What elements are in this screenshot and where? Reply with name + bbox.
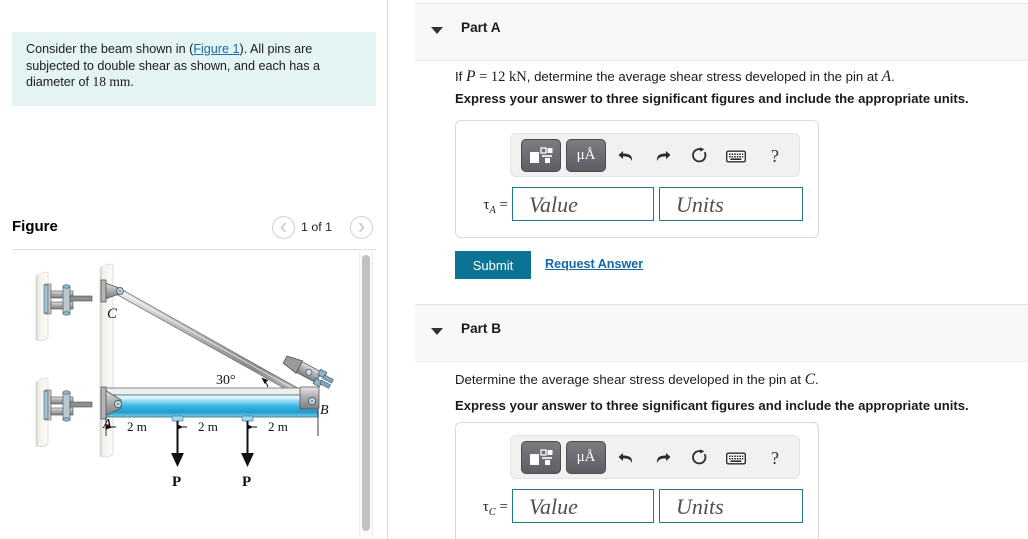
math-template-icon[interactable]: [521, 139, 561, 172]
part-b-toolbar: μÅ ?: [510, 435, 800, 479]
request-answer-link[interactable]: Request Answer: [545, 257, 643, 271]
part-a-label: Part A: [461, 20, 501, 35]
part-a-units-input[interactable]: Units: [659, 187, 803, 221]
label-pin-b: B: [320, 403, 329, 418]
figure-1-link[interactable]: Figure 1: [193, 42, 239, 56]
figure-next-button[interactable]: [350, 216, 373, 239]
part-b-answer-box: μÅ ? τC = Value Units: [455, 422, 819, 539]
pin-detail-lower: [35, 377, 93, 447]
keyboard-glyph: [726, 150, 746, 162]
part-a-question: If P = 12 kN, determine the average shea…: [455, 68, 895, 86]
keyboard-glyph: [726, 452, 746, 464]
load-label-1: P: [172, 474, 181, 490]
load-arrow-1: P: [171, 415, 184, 490]
figure-counter: 1 of 1: [301, 220, 333, 234]
qa-eq: =: [475, 69, 491, 85]
redo-arrow-icon[interactable]: [651, 144, 675, 168]
right-answer-panel: Part A If P = 12 kN, determine the avera…: [389, 0, 1028, 539]
part-a-answer-box: μÅ ? τA = Value Units: [455, 120, 819, 238]
units-mu-angstrom-icon[interactable]: μÅ: [566, 139, 606, 172]
submit-button[interactable]: Submit: [455, 251, 531, 279]
figure-header: Figure 1 of 1: [0, 206, 387, 250]
label-angle-30: 30°: [216, 373, 236, 388]
dim-label-1: 2 m: [127, 419, 147, 434]
keyboard-icon[interactable]: [724, 144, 748, 168]
beam-diagram-svg: C A B 30° 2 m 2 m 2 m P P: [35, 263, 334, 490]
units-label: μÅ: [576, 449, 596, 465]
beam-diagram: C A B 30° 2 m 2 m 2 m P P: [0, 250, 360, 539]
qa-pin: A: [881, 68, 892, 85]
math-template-glyph: [530, 146, 553, 163]
dim-label-3: 2 m: [268, 419, 288, 434]
chevron-right-icon: [358, 222, 365, 233]
units-mu-angstrom-icon[interactable]: μÅ: [566, 441, 606, 474]
load-arrow-2: P: [241, 415, 254, 490]
problem-statement-box: Consider the beam shown in (Figure 1). A…: [12, 32, 376, 106]
qa-value: 12 kN: [490, 69, 527, 85]
undo-glyph: [618, 151, 633, 161]
qb-pre: Determine the average shear stress devel…: [455, 372, 805, 387]
reset-circular-arrow-icon[interactable]: [688, 144, 712, 168]
prompt-period: .: [130, 75, 134, 89]
prompt-diameter: 18 mm: [92, 74, 131, 89]
math-template-icon[interactable]: [521, 441, 561, 474]
figure-scrollbar-thumb[interactable]: [362, 255, 370, 531]
caret-down-icon[interactable]: [431, 27, 443, 34]
prompt-before-link: Consider the beam shown in (: [26, 42, 194, 56]
qb-pin: C: [804, 371, 816, 388]
label-pin-c: C: [107, 306, 118, 322]
help-button[interactable]: ?: [763, 144, 787, 168]
part-a-value-input[interactable]: Value: [512, 187, 654, 221]
page-root: Consider the beam shown in (Figure 1). A…: [0, 0, 1028, 539]
load-label-2: P: [242, 474, 251, 490]
redo-glyph: [656, 151, 671, 161]
part-a-tau-label: τA =: [483, 197, 508, 216]
chevron-left-icon: [280, 222, 287, 233]
keyboard-icon[interactable]: [724, 446, 748, 470]
dim-label-2: 2 m: [198, 419, 218, 434]
part-a-toolbar: μÅ ?: [510, 133, 800, 177]
qa-mid: , determine the average shear stress dev…: [526, 69, 882, 84]
part-a-header[interactable]: Part A: [415, 3, 1028, 61]
part-a-instruction: Express your answer to three significant…: [455, 91, 969, 106]
redo-arrow-icon[interactable]: [651, 446, 675, 470]
problem-statement-text: Consider the beam shown in (Figure 1). A…: [26, 41, 362, 91]
part-b-tau-label: τC =: [482, 499, 508, 518]
part-b-header[interactable]: Part B: [415, 304, 1028, 362]
figure-image-area[interactable]: C A B 30° 2 m 2 m 2 m P P: [0, 250, 387, 539]
units-label: μÅ: [576, 147, 596, 163]
beam: [105, 387, 319, 418]
part-b-question: Determine the average shear stress devel…: [455, 371, 819, 389]
undo-arrow-icon[interactable]: [614, 446, 638, 470]
undo-arrow-icon[interactable]: [614, 144, 638, 168]
pin-joint-b: [299, 386, 320, 410]
part-b-label: Part B: [461, 321, 502, 336]
inclined-rod: [115, 287, 313, 403]
figure-prev-button[interactable]: [272, 216, 295, 239]
figure-title: Figure: [12, 218, 58, 235]
angle-arc: [261, 377, 269, 388]
undo-glyph: [618, 453, 633, 463]
math-template-glyph: [530, 448, 553, 465]
left-problem-panel: Consider the beam shown in (Figure 1). A…: [0, 0, 388, 539]
reset-circular-arrow-icon[interactable]: [688, 446, 712, 470]
label-pin-a: A: [102, 417, 112, 432]
qa-end: .: [891, 69, 895, 84]
help-button[interactable]: ?: [763, 446, 787, 470]
part-b-instruction: Express your answer to three significant…: [455, 398, 969, 413]
part-b-value-input[interactable]: Value: [512, 489, 654, 523]
part-b-units-input[interactable]: Units: [659, 489, 803, 523]
qa-pre: If: [455, 69, 466, 84]
reset-glyph: [692, 147, 707, 163]
redo-glyph: [656, 453, 671, 463]
qb-end: .: [815, 372, 819, 387]
reset-glyph: [692, 449, 707, 465]
caret-down-icon[interactable]: [431, 328, 443, 335]
pin-detail-upper: [35, 271, 93, 341]
